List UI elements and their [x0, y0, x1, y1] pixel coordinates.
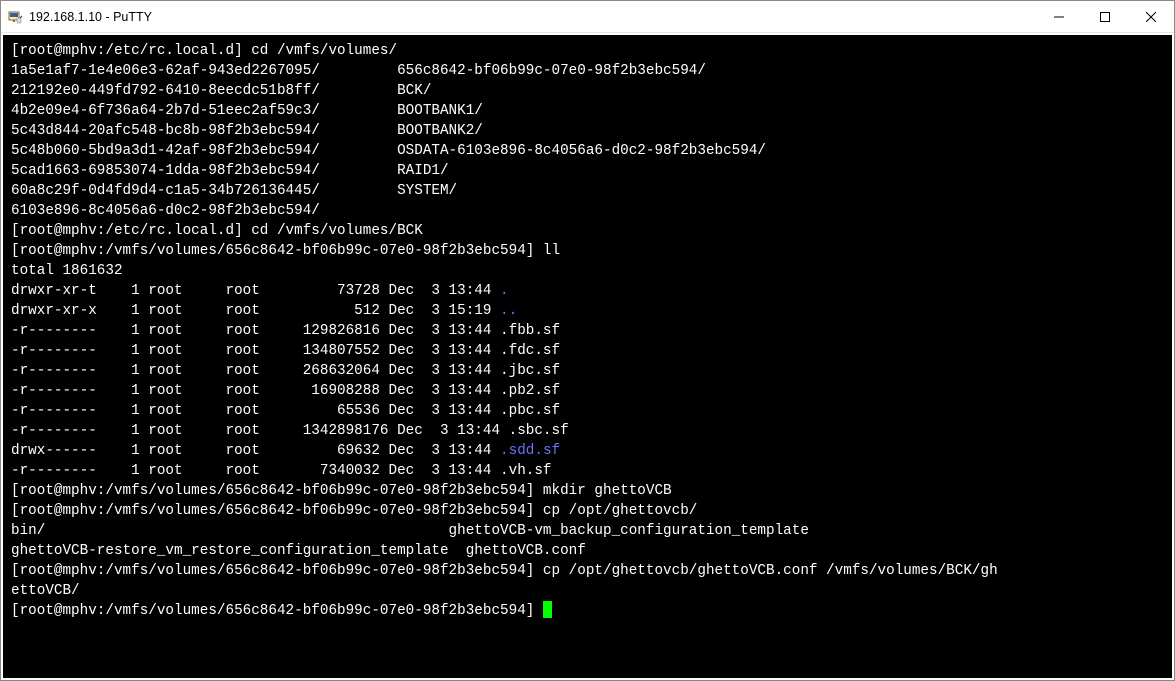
terminal-text: [root@mphv:/vmfs/volumes/656c8642-bf06b9… [11, 603, 543, 619]
terminal-line: total 1861632 [11, 261, 1164, 281]
window-controls [1036, 1, 1174, 32]
terminal-line: 4b2e09e4-6f736a64-2b7d-51eec2af59c3/ BOO… [11, 101, 1164, 121]
terminal-line: ghettoVCB-restore_vm_restore_configurati… [11, 541, 1164, 561]
terminal-line: -r-------- 1 root root 1342898176 Dec 3 … [11, 421, 1164, 441]
terminal-text: [root@mphv:/etc/rc.local.d] cd /vmfs/vol… [11, 43, 397, 59]
putty-icon [7, 9, 23, 25]
terminal-line: -r-------- 1 root root 129826816 Dec 3 1… [11, 321, 1164, 341]
terminal-text: . [500, 283, 509, 299]
minimize-button[interactable] [1036, 1, 1082, 32]
terminal-text: 5c43d844-20afc548-bc8b-98f2b3ebc594/ BOO… [11, 123, 483, 139]
terminal-area[interactable]: [root@mphv:/etc/rc.local.d] cd /vmfs/vol… [3, 35, 1172, 678]
terminal-line: [root@mphv:/vmfs/volumes/656c8642-bf06b9… [11, 601, 1164, 621]
terminal-line: 5c43d844-20afc548-bc8b-98f2b3ebc594/ BOO… [11, 121, 1164, 141]
terminal-text: 5cad1663-69853074-1dda-98f2b3ebc594/ RAI… [11, 163, 449, 179]
terminal-text: [root@mphv:/etc/rc.local.d] cd /vmfs/vol… [11, 223, 423, 239]
terminal-text: ghettoVCB-restore_vm_restore_configurati… [11, 543, 586, 559]
terminal-text: -r-------- 1 root root 268632064 Dec 3 1… [11, 363, 560, 379]
terminal-line: [root@mphv:/etc/rc.local.d] cd /vmfs/vol… [11, 221, 1164, 241]
window-title: 192.168.1.10 - PuTTY [29, 10, 1036, 24]
terminal-line: drwxr-xr-x 1 root root 512 Dec 3 15:19 .… [11, 301, 1164, 321]
terminal-line: -r-------- 1 root root 65536 Dec 3 13:44… [11, 401, 1164, 421]
terminal-text: bin/ ghettoVCB-vm_backup_configuration_t… [11, 523, 809, 539]
terminal-text: 212192e0-449fd792-6410-8eecdc51b8ff/ BCK… [11, 83, 431, 99]
terminal-line: ettoVCB/ [11, 581, 1164, 601]
terminal-line: [root@mphv:/etc/rc.local.d] cd /vmfs/vol… [11, 41, 1164, 61]
terminal-text: 1a5e1af7-1e4e06e3-62af-943ed2267095/ 656… [11, 63, 706, 79]
terminal-text: drwx------ 1 root root 69632 Dec 3 13:44 [11, 443, 500, 459]
terminal-text: [root@mphv:/vmfs/volumes/656c8642-bf06b9… [11, 483, 672, 499]
terminal-text: total 1861632 [11, 263, 123, 279]
terminal-line: [root@mphv:/vmfs/volumes/656c8642-bf06b9… [11, 481, 1164, 501]
terminal-text: .. [500, 303, 517, 319]
terminal-line: 5c48b060-5bd9a3d1-42af-98f2b3ebc594/ OSD… [11, 141, 1164, 161]
terminal-line: [root@mphv:/vmfs/volumes/656c8642-bf06b9… [11, 501, 1164, 521]
terminal-line: 60a8c29f-0d4fd9d4-c1a5-34b726136445/ SYS… [11, 181, 1164, 201]
terminal-line: 6103e896-8c4056a6-d0c2-98f2b3ebc594/ [11, 201, 1164, 221]
terminal-text: [root@mphv:/vmfs/volumes/656c8642-bf06b9… [11, 243, 560, 259]
terminal-text: -r-------- 1 root root 129826816 Dec 3 1… [11, 323, 560, 339]
terminal-text: drwxr-xr-t 1 root root 73728 Dec 3 13:44 [11, 283, 500, 299]
terminal-line: -r-------- 1 root root 7340032 Dec 3 13:… [11, 461, 1164, 481]
terminal-line: -r-------- 1 root root 16908288 Dec 3 13… [11, 381, 1164, 401]
terminal-text: 4b2e09e4-6f736a64-2b7d-51eec2af59c3/ BOO… [11, 103, 483, 119]
terminal-text: ettoVCB/ [11, 583, 80, 599]
terminal-line: 5cad1663-69853074-1dda-98f2b3ebc594/ RAI… [11, 161, 1164, 181]
terminal-text: -r-------- 1 root root 65536 Dec 3 13:44… [11, 403, 560, 419]
terminal-text: [root@mphv:/vmfs/volumes/656c8642-bf06b9… [11, 503, 697, 519]
terminal-text: 5c48b060-5bd9a3d1-42af-98f2b3ebc594/ OSD… [11, 143, 766, 159]
terminal-line: drwx------ 1 root root 69632 Dec 3 13:44… [11, 441, 1164, 461]
terminal-text: 6103e896-8c4056a6-d0c2-98f2b3ebc594/ [11, 203, 320, 219]
titlebar[interactable]: 192.168.1.10 - PuTTY [1, 1, 1174, 33]
cursor [543, 601, 552, 618]
terminal-text: drwxr-xr-x 1 root root 512 Dec 3 15:19 [11, 303, 500, 319]
terminal-text: -r-------- 1 root root 134807552 Dec 3 1… [11, 343, 560, 359]
terminal-text: .sdd.sf [500, 443, 560, 459]
terminal-line: -r-------- 1 root root 268632064 Dec 3 1… [11, 361, 1164, 381]
terminal-line: -r-------- 1 root root 134807552 Dec 3 1… [11, 341, 1164, 361]
terminal-line: 212192e0-449fd792-6410-8eecdc51b8ff/ BCK… [11, 81, 1164, 101]
terminal-text: -r-------- 1 root root 7340032 Dec 3 13:… [11, 463, 552, 479]
terminal-text: -r-------- 1 root root 16908288 Dec 3 13… [11, 383, 560, 399]
terminal-text: 60a8c29f-0d4fd9d4-c1a5-34b726136445/ SYS… [11, 183, 457, 199]
terminal-text: [root@mphv:/vmfs/volumes/656c8642-bf06b9… [11, 563, 998, 579]
terminal-line: bin/ ghettoVCB-vm_backup_configuration_t… [11, 521, 1164, 541]
putty-window: 192.168.1.10 - PuTTY [root@mphv:/etc/rc.… [0, 0, 1175, 681]
terminal-line: 1a5e1af7-1e4e06e3-62af-943ed2267095/ 656… [11, 61, 1164, 81]
close-button[interactable] [1128, 1, 1174, 32]
terminal-line: [root@mphv:/vmfs/volumes/656c8642-bf06b9… [11, 561, 1164, 581]
maximize-button[interactable] [1082, 1, 1128, 32]
terminal-line: drwxr-xr-t 1 root root 73728 Dec 3 13:44… [11, 281, 1164, 301]
terminal-text: -r-------- 1 root root 1342898176 Dec 3 … [11, 423, 569, 439]
terminal-line: [root@mphv:/vmfs/volumes/656c8642-bf06b9… [11, 241, 1164, 261]
